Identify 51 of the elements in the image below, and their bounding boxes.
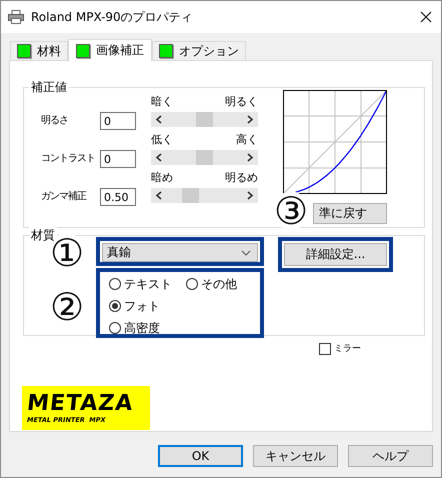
slider[interactable] [151, 112, 258, 127]
logo-title: METAZA [26, 392, 136, 416]
number-field[interactable]: 0 [100, 150, 136, 168]
radio-button[interactable] [109, 322, 121, 334]
indicator-icon [159, 44, 173, 58]
radio-option[interactable]: テキスト [109, 273, 186, 295]
chevron-down-icon [241, 250, 251, 256]
printer-icon [8, 10, 24, 24]
slider-max-label: 明るく [225, 94, 258, 110]
slider-min-label: 暗く [151, 94, 173, 110]
slider-thumb[interactable] [196, 112, 213, 127]
radio-option[interactable]: 高密度 [109, 317, 260, 339]
dropdown-value: 真鍮 [107, 244, 131, 261]
field-label: 明るさ [41, 114, 69, 126]
radio-label: 高密度 [124, 320, 160, 336]
indicator-icon [76, 44, 90, 58]
radio-option[interactable]: フォト [109, 295, 260, 317]
slider[interactable] [151, 150, 258, 165]
number-field[interactable]: 0.50 [100, 188, 136, 206]
radio-label: テキスト [124, 276, 172, 292]
field-label: ガンマ補正 [41, 190, 88, 202]
slider-min-label: 暗め [151, 170, 173, 186]
tab[interactable]: オプション [152, 41, 246, 60]
number-field[interactable]: 0 [100, 112, 136, 130]
checkbox-label: ミラー [334, 343, 361, 355]
checkbox[interactable] [319, 342, 331, 354]
slider-thumb[interactable] [182, 188, 200, 203]
radio-label: その他 [201, 276, 237, 292]
detail-settings-button[interactable]: 詳細設定... [284, 243, 387, 266]
radio-button[interactable] [109, 278, 121, 290]
window-title: Roland MPX-90のプロパティ [31, 8, 193, 26]
dialog-button[interactable]: キャンセル [253, 445, 338, 467]
tab[interactable]: 材料 [10, 41, 68, 60]
radio-button[interactable] [109, 300, 121, 312]
dropdown[interactable]: 真鍮 [102, 243, 258, 262]
slider-max-label: 高く [236, 132, 258, 148]
slider-min-label: 低く [151, 132, 173, 148]
radio-label: フォト [124, 298, 160, 314]
field-label: コントラスト [41, 152, 96, 164]
radio-button[interactable] [186, 278, 198, 290]
reset-button[interactable]: 準に戻す [313, 203, 387, 224]
radio-option[interactable]: その他 [186, 273, 260, 295]
dialog-button[interactable]: OK [158, 445, 243, 467]
slider-max-label: 明るめ [225, 170, 258, 186]
slider[interactable] [151, 188, 258, 203]
slider-thumb[interactable] [196, 150, 213, 165]
group-title: 補正値 [29, 79, 69, 95]
dialog-button[interactable]: ヘルプ [348, 445, 433, 467]
indicator-icon [17, 44, 31, 58]
tab[interactable]: 画像補正 [68, 39, 152, 61]
close-icon[interactable] [420, 11, 432, 23]
